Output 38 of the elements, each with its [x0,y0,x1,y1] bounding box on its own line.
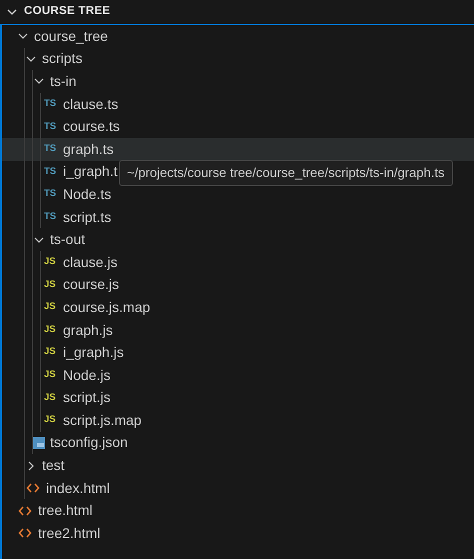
file-name: index.html [46,478,110,498]
file-name: course.js.map [63,298,150,317]
file-name: graph.js [63,320,113,340]
folder-name: course_tree [34,26,108,46]
js-file-icon: JS [44,278,60,292]
file-name: script.ts [63,208,112,227]
js-file-icon: JS [44,345,60,360]
path-tooltip: ~/projects/course tree/course_tree/scripts/ts-in/graph.ts [119,160,453,186]
js-file-icon: JS [44,413,60,428]
file-name: i_graph.t [63,162,118,182]
file-name: graph.ts [63,140,114,159]
js-file-icon: JS [44,390,60,405]
ts-file-icon: TS [44,142,60,156]
file-name: script.js [63,388,110,408]
folder-name: ts-in [50,72,76,91]
ts-file-icon: TS [44,187,60,202]
ts-file-icon: TS [44,210,60,224]
js-file-icon: JS [44,255,60,270]
js-file-icon: JS [44,300,60,315]
ts-file-icon: TS [44,164,60,179]
file-name: script.js.map [63,410,142,430]
file-name: clause.ts [63,94,118,114]
file-name: tree.html [38,501,92,520]
file-name: clause.js [63,252,118,272]
file-name: course.ts [63,117,120,136]
ts-file-icon: TS [44,120,60,134]
file-name: tsconfig.json [50,433,128,452]
js-file-icon: JS [44,322,60,338]
file-name: Node.ts [63,184,112,204]
ts-file-icon: TS [44,96,60,112]
file-name: i_graph.js [63,343,124,362]
file-name: course.js [63,275,120,294]
folder-name: ts-out [50,230,86,250]
file-name: tree2.html [38,524,100,543]
file-name: Node.js [63,366,110,385]
js-file-icon: JS [44,368,60,382]
folder-name: test [42,456,65,476]
folder-name: scripts [42,49,82,68]
